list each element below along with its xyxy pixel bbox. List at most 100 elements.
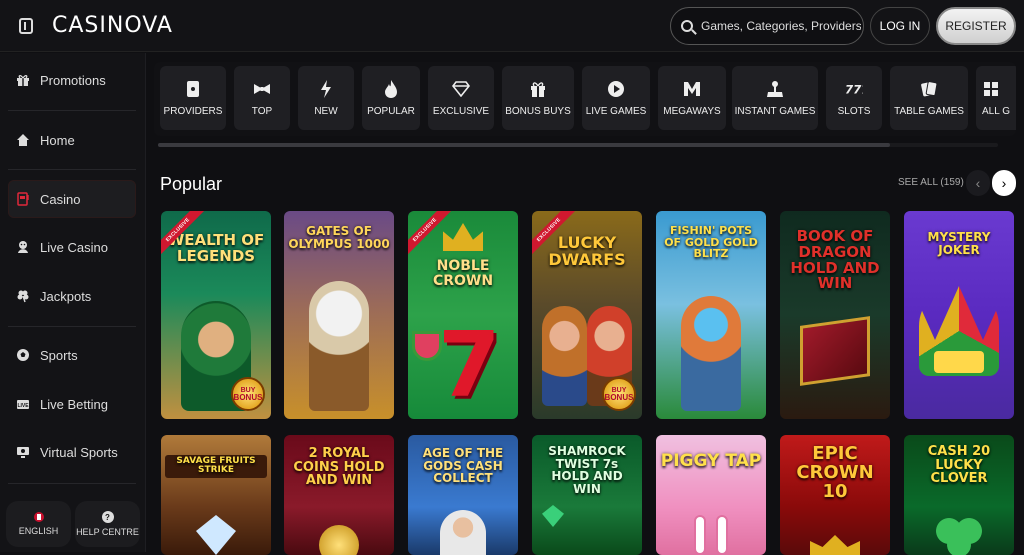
canada-flag-icon — [33, 512, 44, 522]
game-tile-fishin-pots-of-gold[interactable]: FISHIN' POTS OF GOLD GOLD BLITZ — [656, 211, 766, 419]
category-new[interactable]: NEW — [298, 66, 354, 130]
book-art — [800, 316, 870, 386]
sidebar-item-live-betting[interactable]: LIVE Live Betting — [8, 385, 136, 423]
lightning-icon — [317, 79, 335, 98]
game-title: EPIC CROWN 10 — [796, 443, 874, 502]
category-bonus-buys[interactable]: BONUS BUYS — [502, 66, 574, 130]
coin-art — [319, 525, 359, 555]
category-label: LIVE GAMES — [585, 105, 647, 117]
game-tile-mystery-joker[interactable]: MYSTERY JOKER — [904, 211, 1014, 419]
flame-icon — [382, 79, 400, 98]
crown-icon — [443, 223, 483, 251]
sidebar-toggle-icon — [19, 17, 33, 34]
category-top[interactable]: TOP — [234, 66, 290, 130]
game-title: SHAMROCK TWIST 7s HOLD AND WIN — [548, 444, 626, 496]
game-title: WEALTH OF LEGENDS — [167, 231, 265, 265]
sidebar-item-label: Virtual Sports — [40, 444, 118, 460]
sidebar-item-jackpots[interactable]: Jackpots — [8, 277, 136, 315]
sidebar-item-virtual-sports[interactable]: Virtual Sports — [8, 433, 136, 471]
divider — [8, 169, 136, 170]
category-label: NEW — [314, 105, 338, 117]
sidebar-item-label: Live Casino — [40, 239, 108, 255]
game-tile-2-royal-coins[interactable]: 2 ROYAL COINS HOLD AND WIN — [284, 435, 394, 555]
game-title: CASH 20 LUCKY CLOVER — [927, 444, 991, 487]
login-button[interactable]: LOG IN — [870, 7, 930, 45]
sidebar-item-label: Promotions — [40, 72, 106, 88]
leprechaun-art — [681, 296, 741, 411]
sidebar-item-live-casino[interactable]: Live Casino — [8, 228, 136, 266]
virtual-sports-icon — [16, 445, 30, 459]
game-tile-lucky-dwarfs[interactable]: LUCKY DWARFS EXCLUSIVE BUY BONUS — [532, 211, 642, 419]
game-tile-wealth-of-legends[interactable]: WEALTH OF LEGENDS EXCLUSIVE BUY BONUS — [161, 211, 271, 419]
game-tile-savage-fruits-strike[interactable]: SAVAGE FRUITS STRIKE — [161, 435, 271, 555]
croupier-icon — [16, 240, 30, 254]
category-instant-games[interactable]: INSTANT GAMES — [732, 66, 818, 130]
logo[interactable]: CASINOVA — [52, 13, 173, 38]
play-icon — [607, 80, 625, 98]
category-label: PROVIDERS — [163, 105, 223, 117]
category-popular[interactable]: POPULAR — [362, 66, 420, 130]
category-label: ALL G — [982, 105, 1010, 117]
category-megaways[interactable]: MEGAWAYS — [658, 66, 726, 130]
hat-band — [934, 351, 984, 373]
section-title: Popular — [160, 174, 223, 194]
bunny-ear-art — [716, 515, 728, 555]
svg-text:777: 777 — [845, 82, 863, 96]
seven-symbol: 7 — [438, 313, 501, 418]
sidebar-toggle-button[interactable] — [0, 0, 52, 52]
sidebar-item-promotions[interactable]: Promotions — [8, 61, 136, 99]
game-title: 2 ROYAL COINS HOLD AND WIN — [293, 446, 385, 489]
carousel-prev-button[interactable]: ‹ — [966, 170, 990, 196]
game-tile-book-of-dragon[interactable]: BOOK OF DRAGON HOLD AND WIN — [780, 211, 890, 419]
crown-icon — [810, 535, 860, 555]
diamond-icon — [452, 80, 470, 98]
category-label: SLOTS — [837, 105, 871, 117]
game-tile-noble-crown[interactable]: 7 NOBLE CROWN EXCLUSIVE — [408, 211, 518, 419]
all-games-icon — [982, 80, 1000, 98]
language-button[interactable]: ENGLISH — [6, 501, 71, 547]
game-tile-gates-of-olympus-1000[interactable]: GATES OF OLYMPUS 1000 — [284, 211, 394, 419]
game-tile-cash-20-lucky-clover[interactable]: CASH 20 LUCKY CLOVER — [904, 435, 1014, 555]
category-all-games[interactable]: ALL G — [976, 66, 1016, 130]
category-providers[interactable]: PROVIDERS — [160, 66, 226, 130]
category-label: EXCLUSIVE — [432, 105, 490, 117]
search-bar[interactable] — [670, 7, 864, 45]
game-tile-epic-crown-10[interactable]: EPIC CROWN 10 — [780, 435, 890, 555]
help-centre-button[interactable]: ? HELP CENTRE — [75, 501, 140, 547]
carousel-next-button[interactable]: › — [992, 170, 1016, 196]
category-scrollbar[interactable] — [158, 143, 998, 147]
dwarf-art — [542, 306, 587, 406]
chevron-left-icon: ‹ — [975, 175, 981, 191]
game-title: MYSTERY JOKER — [927, 230, 991, 257]
help-label: HELP CENTRE — [76, 527, 139, 537]
buy-bonus-bottom: BONUS — [233, 392, 263, 402]
sidebar-item-home[interactable]: Home — [8, 121, 136, 159]
category-slots[interactable]: 777 SLOTS — [826, 66, 882, 130]
category-label: MEGAWAYS — [663, 105, 721, 117]
buy-bonus-bottom: BONUS — [604, 392, 634, 402]
search-input[interactable] — [701, 19, 861, 33]
game-tile-piggy-tap[interactable]: PIGGY TAP — [656, 435, 766, 555]
category-exclusive[interactable]: EXCLUSIVE — [428, 66, 494, 130]
sidebar-item-sports[interactable]: Sports — [8, 336, 136, 374]
category-bar: PROVIDERS TOP NEW POPULAR EXCLUSIVE BONU… — [154, 62, 1016, 136]
category-label: INSTANT GAMES — [734, 105, 816, 117]
category-table-games[interactable]: TABLE GAMES — [890, 66, 968, 130]
sidebar-footer: ENGLISH ? HELP CENTRE — [6, 501, 140, 547]
megaways-icon — [683, 80, 701, 98]
game-tile-age-of-the-gods-cash-collect[interactable]: AGE OF THE GODS CASH COLLECT — [408, 435, 518, 555]
joystick-icon — [766, 80, 784, 98]
divider — [8, 110, 136, 111]
see-all-link[interactable]: SEE ALL (159) — [898, 177, 964, 188]
register-button[interactable]: REGISTER — [936, 7, 1016, 45]
clover-icon — [16, 289, 30, 303]
help-icon: ? — [101, 511, 114, 523]
scrollbar-thumb[interactable] — [158, 143, 890, 147]
game-tile-shamrock-twist-7s[interactable]: SHAMROCK TWIST 7s HOLD AND WIN — [532, 435, 642, 555]
gem-art — [542, 505, 564, 527]
game-title: FISHIN' POTS OF GOLD GOLD BLITZ — [664, 224, 758, 261]
category-live-games[interactable]: LIVE GAMES — [582, 66, 650, 130]
game-title: GATES OF OLYMPUS 1000 — [288, 224, 390, 251]
language-label: ENGLISH — [18, 526, 59, 536]
sidebar-item-casino[interactable]: Casino — [8, 180, 136, 218]
